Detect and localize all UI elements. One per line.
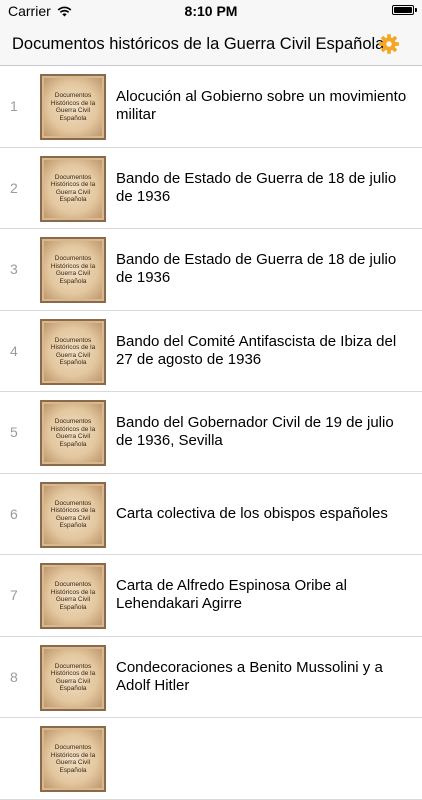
item-thumbnail: Documentos Históricos de la Guerra Civil… xyxy=(40,481,106,548)
item-thumbnail: Documentos Históricos de la Guerra Civil… xyxy=(40,237,106,303)
item-title: Condecoraciones a Benito Mussolini y a A… xyxy=(116,658,383,694)
list-item[interactable]: 2 Documentos Históricos de la Guerra Civ… xyxy=(0,148,422,229)
thumbnail-text: Documentos Históricos de la Guerra Civil… xyxy=(50,418,96,448)
page-title: Documentos históricos de la Guerra Civil… xyxy=(12,35,385,53)
navigation-bar: Documentos históricos de la Guerra Civil… xyxy=(0,22,422,66)
item-thumbnail: Documentos Históricos de la Guerra Civil… xyxy=(40,155,106,222)
item-number: 3 xyxy=(10,261,18,278)
list-item[interactable]: 8 Documentos Históricos de la Guerra Civ… xyxy=(0,637,422,718)
thumbnail-text: Documentos Históricos de la Guerra Civil… xyxy=(50,744,96,774)
item-thumbnail: Documentos Históricos de la Guerra Civil… xyxy=(40,563,106,629)
thumbnail-text: Documentos Históricos de la Guerra Civil… xyxy=(50,255,96,285)
item-thumbnail: Documentos Históricos de la Guerra Civil… xyxy=(40,74,106,140)
list-item[interactable]: 1 Documentos Históricos de la Guerra Civ… xyxy=(0,66,422,148)
item-number: 5 xyxy=(10,424,18,441)
item-title: Carta colectiva de los obispos españoles xyxy=(116,504,388,522)
item-number: 1 xyxy=(10,98,18,115)
item-title: Bando de Estado de Guerra de 18 de julio… xyxy=(116,251,397,287)
item-number: 4 xyxy=(10,342,18,359)
battery-level xyxy=(394,7,412,13)
thumbnail-text: Documentos Históricos de la Guerra Civil… xyxy=(50,173,96,204)
status-time: 8:10 PM xyxy=(184,3,238,19)
item-thumbnail: Documentos Históricos de la Guerra Civil… xyxy=(40,400,106,466)
status-bar: Carrier 8:10 PM xyxy=(0,0,422,22)
list-item[interactable]: 5 Documentos Históricos de la Guerra Civ… xyxy=(0,392,422,474)
item-number: 8 xyxy=(10,668,18,685)
settings-button[interactable] xyxy=(378,33,400,55)
item-thumbnail: Documentos Históricos de la Guerra Civil… xyxy=(40,726,106,792)
item-number: 6 xyxy=(10,505,18,522)
list-item[interactable]: Documentos Históricos de la Guerra Civil… xyxy=(0,718,422,800)
thumbnail-text: Documentos Históricos de la Guerra Civil… xyxy=(50,336,96,367)
item-thumbnail: Documentos Históricos de la Guerra Civil… xyxy=(40,318,106,385)
battery-icon xyxy=(392,5,417,15)
list-item[interactable]: 3 Documentos Históricos de la Guerra Civ… xyxy=(0,229,422,311)
list-item[interactable]: 7 Documentos Históricos de la Guerra Civ… xyxy=(0,555,422,637)
gear-icon xyxy=(379,34,399,54)
item-title: Bando de Estado de Guerra de 18 de julio… xyxy=(116,169,397,205)
list-item[interactable]: 4 Documentos Históricos de la Guerra Civ… xyxy=(0,311,422,392)
document-list: 1 Documentos Históricos de la Guerra Civ… xyxy=(0,66,422,800)
item-title: Carta de Alfredo Espinosa Oribe al Lehen… xyxy=(116,577,347,613)
item-number: 7 xyxy=(10,587,18,604)
item-title xyxy=(116,718,412,799)
thumbnail-text: Documentos Históricos de la Guerra Civil… xyxy=(50,662,96,693)
item-thumbnail: Documentos Históricos de la Guerra Civil… xyxy=(40,644,106,711)
thumbnail-text: Documentos Históricos de la Guerra Civil… xyxy=(50,581,96,611)
item-title: Alocución al Gobierno sobre un movimient… xyxy=(116,88,407,124)
item-title: Bando del Gobernador Civil de 19 de juli… xyxy=(116,414,394,450)
item-number: 2 xyxy=(10,179,18,196)
list-item[interactable]: 6 Documentos Históricos de la Guerra Civ… xyxy=(0,474,422,555)
item-title: Bando del Comité Antifascista de Ibiza d… xyxy=(116,332,397,368)
item-number xyxy=(10,718,30,799)
thumbnail-text: Documentos Históricos de la Guerra Civil… xyxy=(50,92,96,122)
thumbnail-text: Documentos Históricos de la Guerra Civil… xyxy=(50,499,96,530)
